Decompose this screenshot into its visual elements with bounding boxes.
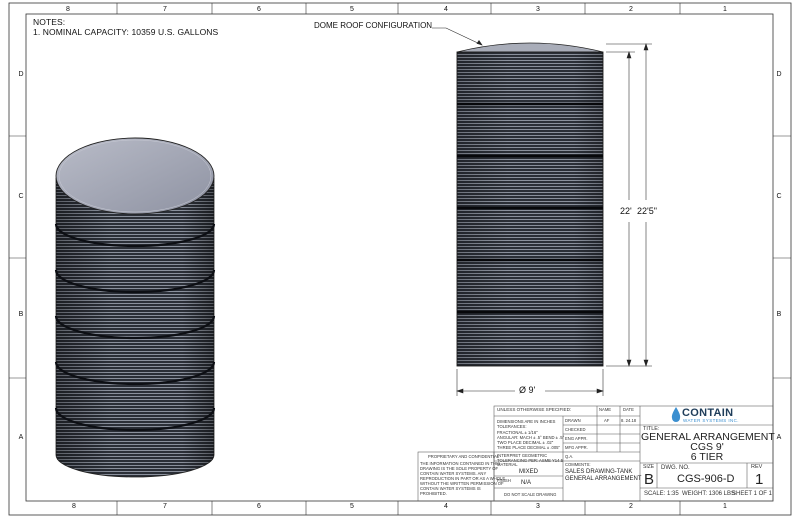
diameter-label: Ø 9' [519,385,536,395]
finish-value: N/A [521,480,532,486]
zone-row-label: B [18,311,24,318]
checked-label: CHECKED [565,427,586,432]
company-logo-subtitle: WATER SYSTEMS INC. [683,418,739,423]
zone-row-label: D [18,71,24,78]
proprietary-text: THE INFORMATION CONTAINED IN THIS DRAWIN… [420,461,505,496]
dwg-no-value: CGS-906-D [677,473,735,485]
sheet-count: SHEET 1 OF 1 [732,491,772,497]
dwg-no-label: DWG. NO. [661,465,690,471]
zone-col-label: 1 [723,6,727,13]
drawn-label: DRAWN [565,418,581,423]
scale: SCALE: 1:35 [644,491,679,497]
col-name-header: NAME [599,407,612,412]
comments-text: SALES DRAWING-TANK GENERAL ARRANGEMENT [565,469,641,482]
zone-col-label: 3 [536,6,540,13]
title-line: 6 TIER [690,451,724,463]
zone-col-label: 5 [350,6,354,13]
proprietary-title: PROPRIETARY AND CONFIDENTIAL [428,454,500,459]
comment-line: GENERAL ARRANGEMENT [565,475,642,482]
zone-row-label: C [18,193,24,200]
drawn-name: AF [604,418,610,423]
zone-col-label: 8 [72,503,76,510]
rev-value: 1 [755,471,764,488]
size-label: SIZE [643,464,655,470]
zone-row-label: C [776,193,782,200]
zone-row-label: A [776,434,782,441]
zone-row-label: B [776,311,782,318]
overall-height-label: 22'5" [637,206,657,216]
zone-col-label: 4 [444,503,448,510]
mfg-appr-label: MFG APPR. [565,445,588,450]
zone-col-label: 2 [629,503,633,510]
zone-col-label: 4 [444,6,448,13]
zone-col-label: 8 [66,6,70,13]
unless-specified: UNLESS OTHERWISE SPECIFIED: [497,407,572,412]
tolerance-line: THREE PLACE DECIMAL ± .005" [497,445,560,451]
zone-col-label: 6 [257,503,261,510]
zone-col-label: 1 [723,503,727,510]
notes-heading: NOTES: [33,17,66,27]
zone-row-label: A [18,434,24,441]
zone-row-label: D [776,71,782,78]
eng-appr-label: ENG APPR. [565,436,588,441]
weight: WEIGHT: 1306 LBS [682,491,736,497]
dome-roof-callout: DOME ROOF CONFIGURATION [314,21,433,30]
notes-line-1: 1. NOMINAL CAPACITY: 10359 U.S. GALLONS [33,26,219,37]
zone-col-label: 7 [163,6,167,13]
tolerances: DIMENSIONS ARE IN INCHES TOLERANCES: FRA… [497,419,564,451]
tank-height-label: 22' [620,206,632,216]
zone-col-label: 3 [536,503,540,510]
zone-col-label: 6 [257,6,261,13]
comment-line: SALES DRAWING-TANK [565,469,633,475]
material-value: MIXED [519,469,539,475]
notes: NOTES: 1. NOMINAL CAPACITY: 10359 U.S. G… [33,18,218,36]
rev-label: REV [751,464,763,470]
qa-label: Q.A. [565,454,574,459]
size-value: B [644,471,655,488]
zone-col-label: 5 [350,503,354,510]
comments-label: COMMENTS: [565,462,591,467]
drawn-date: 8. 24.18 [621,418,637,423]
do-not-scale: DO NOT SCALE DRAWING [504,492,557,497]
proprietary-line: PROHIBITED. [420,491,447,496]
drawing-title: GENERAL ARRANGEMENT CGS 9' 6 TIER [641,432,775,463]
zone-col-label: 2 [629,6,633,13]
zone-col-label: 7 [163,503,167,510]
col-date-header: DATE [623,407,634,412]
